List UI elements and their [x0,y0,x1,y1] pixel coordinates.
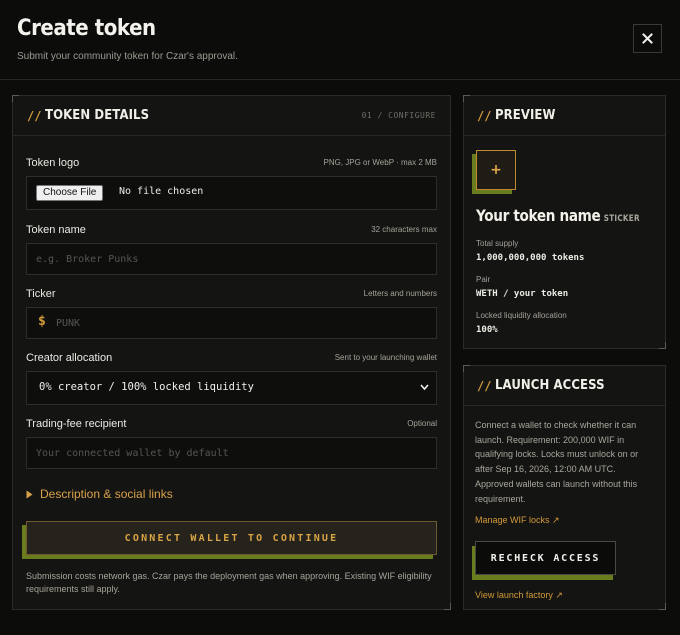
token-logo-hint: PNG, JPG or WebP · max 2 MB [323,158,437,167]
locked-liquidity-label: Locked liquidity allocation [476,311,567,320]
token-logo-label: Token logo [26,157,80,169]
gas-note: Submission costs network gas. Czar pays … [26,571,432,594]
chevron-down-icon [420,384,429,391]
view-launch-factory-link[interactable]: View launch factory ↗ [475,590,563,601]
token-name-input[interactable] [27,244,436,274]
creator-allocation-value: 0% creator / 100% locked liquidity [39,381,254,393]
panel-title: PREVIEW [495,108,556,123]
panel-slash: // [477,109,492,123]
pair-value: WETH / your token [476,289,569,299]
token-name-label: Token name [26,224,86,236]
token-name-hint: 32 characters max [371,225,437,234]
manage-wif-locks-link[interactable]: Manage WIF locks ↗ [475,515,560,526]
ticker-hint: Letters and numbers [363,289,437,298]
choose-file-button[interactable]: Choose File [36,185,104,201]
pair-label: Pair [476,275,491,284]
recheck-access-button[interactable]: RECHECK ACCESS [475,541,616,575]
panel-corner [659,342,666,349]
connect-wallet-label: CONNECT WALLET TO CONTINUE [124,532,339,544]
close-icon [642,33,653,44]
fee-recipient-field [26,437,437,469]
panel-header: // TOKEN DETAILS 01 / CONFIGURE [13,96,450,136]
fee-recipient-label: Trading-fee recipient [26,418,127,430]
token-ticker-preview: STICKER [603,214,640,224]
panel-corner [444,603,451,610]
panel-header: // LAUNCH ACCESS [464,366,665,406]
launch-access-description: Connect a wallet to check whether it can… [475,420,639,504]
page-title: Create token [17,16,156,41]
token-details-panel: // TOKEN DETAILS 01 / CONFIGURE Token lo… [12,95,451,610]
page-subtitle: Submit your community token for Czar's a… [17,51,238,62]
panel-title: TOKEN DETAILS [45,108,150,123]
total-supply-value: 1,000,000,000 tokens [476,253,585,263]
fee-recipient-input[interactable] [27,438,436,468]
close-button[interactable] [633,24,662,53]
ticker-label: Ticker [26,288,56,300]
ticker-input[interactable] [27,308,436,338]
connect-wallet-button[interactable]: CONNECT WALLET TO CONTINUE [26,521,437,555]
ticker-field: $ [26,307,437,339]
preview-panel: // PREVIEW + Your token name STICKER Tota… [463,95,666,349]
page-header: Create token Submit your community token… [0,0,680,80]
description-toggle-label: Description & social links [40,487,173,501]
creator-allocation-label: Creator allocation [26,352,113,364]
creator-allocation-hint: Sent to your launching wallet [334,353,437,362]
token-logo-preview: + [476,150,516,190]
panel-title: LAUNCH ACCESS [495,378,605,393]
launch-access-panel: // LAUNCH ACCESS Connect a wallet to che… [463,365,666,610]
description-toggle[interactable]: Description & social links [26,486,173,502]
token-logo-file-input: Choose File No file chosen [26,176,437,210]
panel-slash: // [477,379,492,393]
file-status: No file chosen [119,186,204,197]
token-name-field [26,243,437,275]
fee-recipient-hint: Optional [407,419,437,428]
token-name-text: Your token name [476,206,601,225]
panel-corner [659,603,666,610]
recheck-access-label: RECHECK ACCESS [490,552,601,564]
caret-right-icon [26,490,33,498]
locked-liquidity-value: 100% [476,325,498,335]
token-name-preview: Your token name STICKER [476,206,640,225]
panel-slash: // [27,109,42,123]
plus-icon: + [490,162,502,178]
creator-allocation-select[interactable]: 0% creator / 100% locked liquidity [26,371,437,405]
step-indicator: 01 / CONFIGURE [361,111,436,120]
total-supply-label: Total supply [476,239,519,248]
panel-header: // PREVIEW [464,96,665,136]
